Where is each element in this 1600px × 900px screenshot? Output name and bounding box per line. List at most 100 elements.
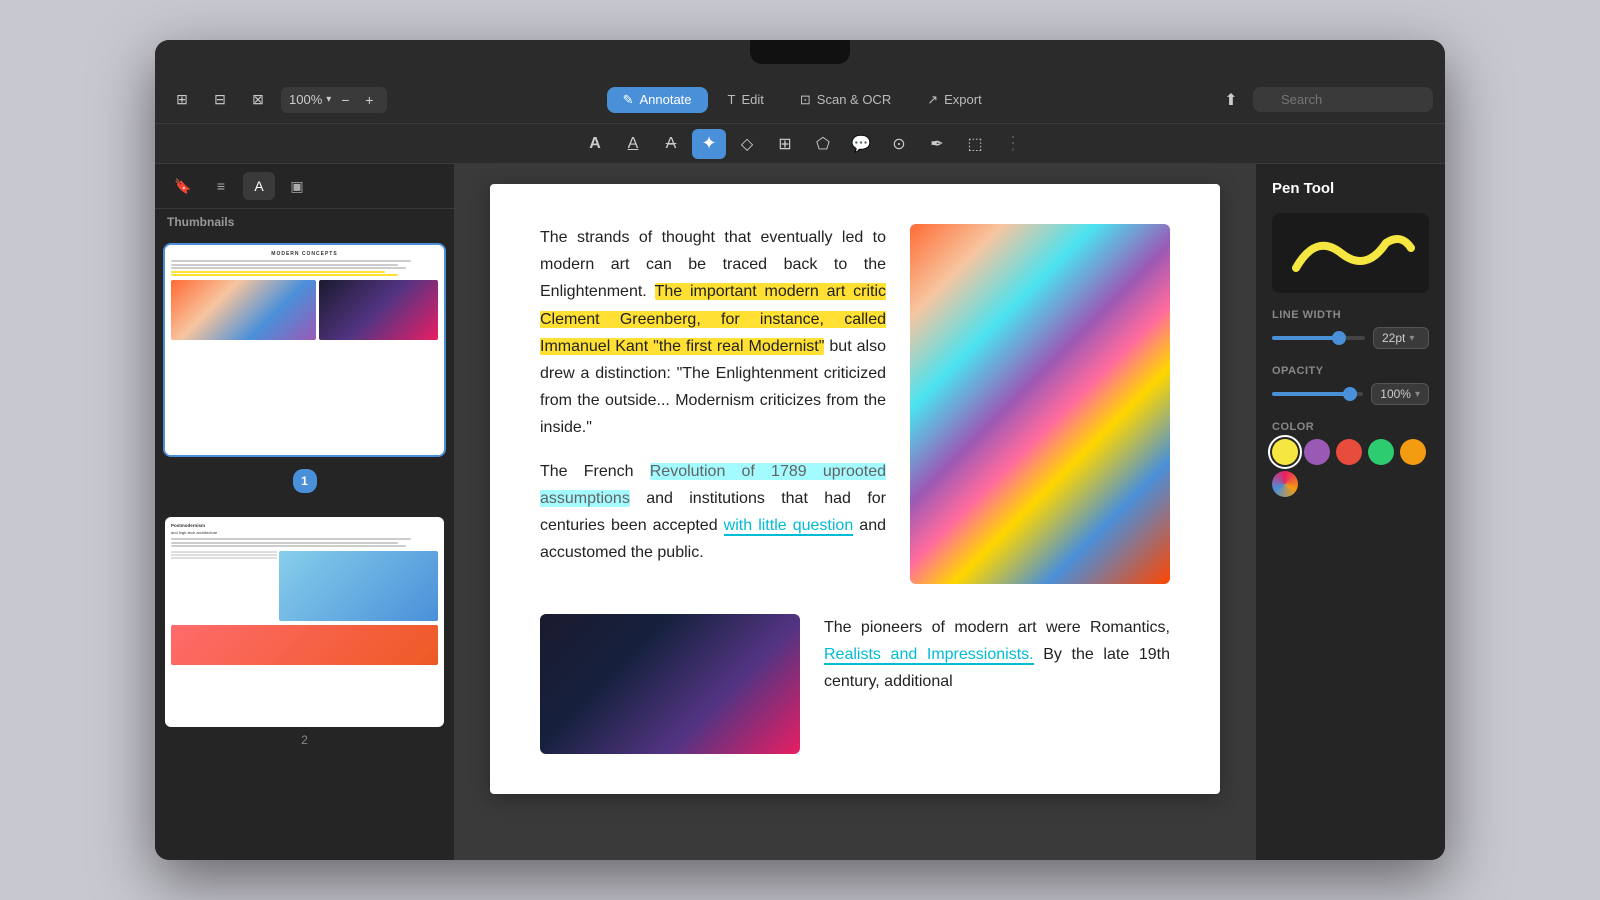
paragraph-2: The French Revolution of 1789 uprooted a… bbox=[540, 458, 886, 567]
pen-tool-title: Pen Tool bbox=[1272, 180, 1429, 197]
color-multicolor[interactable] bbox=[1272, 471, 1298, 497]
thumbnails-list[interactable]: MODERN CONCEPTS bbox=[155, 235, 454, 860]
tab-annotate[interactable]: ✎ Annotate bbox=[607, 87, 708, 113]
page-content: The strands of thought that eventually l… bbox=[540, 224, 1170, 584]
thumbnail-page-1[interactable]: MODERN CONCEPTS bbox=[163, 243, 446, 499]
sidebar-page-tab[interactable]: ▣ bbox=[281, 172, 313, 200]
line-width-value: 22pt ▾ bbox=[1373, 327, 1429, 349]
annotate-icon: ✎ bbox=[623, 92, 634, 108]
realists-highlight: Realists and Impressionists. bbox=[824, 646, 1034, 665]
opacity-row: 100% ▾ bbox=[1272, 383, 1429, 405]
thumb1-image-gradient bbox=[171, 280, 316, 340]
tab-export[interactable]: ↗ Export bbox=[911, 87, 997, 113]
line-width-fill bbox=[1272, 336, 1339, 340]
thumb1-title: MODERN CONCEPTS bbox=[171, 251, 438, 257]
chevron-down-icon: ▾ bbox=[326, 94, 331, 105]
bottom-text: The pioneers of modern art were Romantic… bbox=[824, 614, 1170, 754]
tab-export-label: Export bbox=[944, 92, 982, 107]
sidebar: 🔖 ≡ A ▣ Thumbnails MODERN CONCEPTS bbox=[155, 164, 455, 860]
zoom-value: 100% bbox=[289, 92, 322, 107]
opacity-section: OPACITY 100% ▾ bbox=[1272, 365, 1429, 405]
eraser-button[interactable]: ◇ bbox=[730, 129, 764, 159]
search-input[interactable] bbox=[1253, 87, 1433, 112]
page-bottom: The pioneers of modern art were Romantic… bbox=[540, 614, 1170, 754]
share-button[interactable]: ⬆ bbox=[1217, 86, 1245, 114]
sidebar-thumbnails-tab[interactable]: A bbox=[243, 172, 275, 200]
text-style-a-button[interactable]: A bbox=[578, 129, 612, 159]
line-width-slider[interactable] bbox=[1272, 336, 1365, 340]
sidebar-tabs: 🔖 ≡ A ▣ bbox=[155, 164, 454, 209]
vertical-ellipsis-icon[interactable]: ⋮ bbox=[1004, 133, 1022, 154]
document-page: The strands of thought that eventually l… bbox=[490, 184, 1220, 794]
thumbnail-img-1: MODERN CONCEPTS bbox=[165, 245, 444, 455]
zoom-control: 100% ▾ − + bbox=[281, 87, 387, 113]
page-2-number: 2 bbox=[163, 733, 446, 747]
export-icon: ↗ bbox=[927, 92, 938, 108]
thumbnail-frame-2: Postmodernism and high-tech architecture bbox=[163, 515, 446, 729]
annotation-toolbar: A A A ✦ ◇ ⊞ ⬠ 💬 ⊙ ✒ ⬚ ⋮ bbox=[155, 124, 1445, 164]
zoom-increase-button[interactable]: + bbox=[359, 90, 379, 110]
opacity-chevron-icon: ▾ bbox=[1415, 389, 1420, 400]
signature-button[interactable]: ✒ bbox=[920, 129, 954, 159]
bottom-layout: The pioneers of modern art were Romantic… bbox=[540, 614, 1170, 754]
search-wrapper: 🔍 bbox=[1253, 87, 1433, 112]
sidebar-bookmark-tab[interactable]: 🔖 bbox=[167, 172, 199, 200]
scan-icon: ⊡ bbox=[800, 92, 811, 108]
opacity-fill bbox=[1272, 392, 1350, 396]
page-1-number: 1 bbox=[293, 469, 317, 493]
opacity-label: OPACITY bbox=[1272, 365, 1429, 377]
bottom-paragraph: The pioneers of modern art were Romantic… bbox=[824, 614, 1170, 696]
bottom-image bbox=[540, 614, 800, 754]
selection-button[interactable]: ⬚ bbox=[958, 129, 992, 159]
main-toolbar: ⊞ ⊟ ⊠ 100% ▾ − + ✎ Annotate T Edit ⊡ Sca… bbox=[155, 76, 1445, 124]
thumbnail-img-2: Postmodernism and high-tech architecture bbox=[165, 517, 444, 727]
chevron-icon: ▾ bbox=[1409, 333, 1414, 344]
color-purple[interactable] bbox=[1304, 439, 1330, 465]
color-palette bbox=[1272, 439, 1429, 497]
color-orange[interactable] bbox=[1400, 439, 1426, 465]
tab-edit[interactable]: T Edit bbox=[712, 87, 780, 113]
opacity-value: 100% ▾ bbox=[1371, 383, 1429, 405]
right-panel: Pen Tool LINE WIDTH 22pt ▾ bbox=[1255, 164, 1445, 860]
line-width-thumb[interactable] bbox=[1332, 331, 1346, 345]
opacity-slider[interactable] bbox=[1272, 392, 1363, 396]
tab-edit-label: Edit bbox=[741, 92, 763, 107]
tab-scan-label: Scan & OCR bbox=[817, 92, 891, 107]
color-yellow[interactable] bbox=[1272, 439, 1298, 465]
image-gradient bbox=[910, 224, 1170, 584]
camera-notch bbox=[750, 40, 850, 64]
highlight-button[interactable]: ✦ bbox=[692, 129, 726, 159]
text-strikethrough-button[interactable]: A bbox=[654, 129, 688, 159]
tab-scan-ocr[interactable]: ⊡ Scan & OCR bbox=[784, 87, 907, 113]
edit-icon: T bbox=[728, 92, 736, 107]
pen-stroke-preview bbox=[1286, 223, 1416, 283]
grid-view-button[interactable]: ⊟ bbox=[205, 86, 235, 114]
shape-button[interactable]: ⬠ bbox=[806, 129, 840, 159]
title-bar bbox=[155, 40, 1445, 76]
pen-preview bbox=[1272, 213, 1429, 293]
textbox-button[interactable]: ⊞ bbox=[768, 129, 802, 159]
color-green[interactable] bbox=[1368, 439, 1394, 465]
toolbar-right: ⬆ 🔍 bbox=[1217, 86, 1433, 114]
comment-button[interactable]: 💬 bbox=[844, 129, 878, 159]
page-image bbox=[910, 224, 1170, 584]
thumbnail-page-2[interactable]: Postmodernism and high-tech architecture bbox=[163, 515, 446, 747]
stamp-button[interactable]: ⊙ bbox=[882, 129, 916, 159]
zoom-decrease-button[interactable]: − bbox=[335, 90, 355, 110]
thumb2-title1: Postmodernism bbox=[171, 523, 438, 528]
split-view-button[interactable]: ⊠ bbox=[243, 86, 273, 114]
opacity-thumb[interactable] bbox=[1343, 387, 1357, 401]
sidebar-toggle-button[interactable]: ⊞ bbox=[167, 86, 197, 114]
line-width-label: LINE WIDTH bbox=[1272, 309, 1429, 321]
color-red[interactable] bbox=[1336, 439, 1362, 465]
tab-annotate-label: Annotate bbox=[639, 92, 691, 107]
highlight-yellow-1: The important modern art critic Clement … bbox=[540, 283, 886, 354]
text-underline-button[interactable]: A bbox=[616, 129, 650, 159]
toolbar-tabs: ✎ Annotate T Edit ⊡ Scan & OCR ↗ Export bbox=[395, 87, 1209, 113]
highlight-cyan-1: Revolution of 1789 uprooted assumptions bbox=[540, 463, 886, 507]
document-area[interactable]: The strands of thought that eventually l… bbox=[455, 164, 1255, 860]
sidebar-list-tab[interactable]: ≡ bbox=[205, 172, 237, 200]
line-width-row: 22pt ▾ bbox=[1272, 327, 1429, 349]
paragraph-1: The strands of thought that eventually l… bbox=[540, 224, 886, 442]
app-window: ⊞ ⊟ ⊠ 100% ▾ − + ✎ Annotate T Edit ⊡ Sca… bbox=[155, 40, 1445, 860]
